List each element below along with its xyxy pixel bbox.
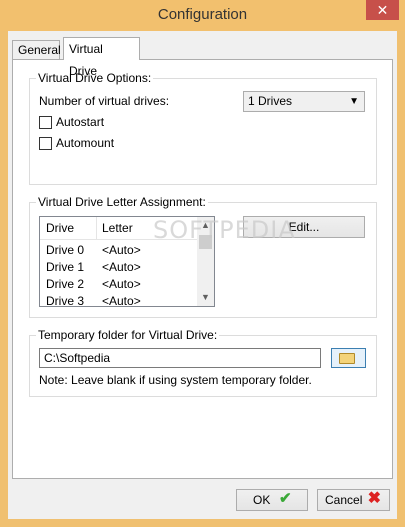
automount-label: Automount [56, 136, 115, 150]
num-drives-label: Number of virtual drives: [39, 94, 170, 108]
softpedia-watermark: SOFTPEDIA [153, 216, 296, 244]
cancel-button[interactable]: Cancel ✖ [317, 489, 390, 511]
virtual-drive-panel: Virtual Drive Options: Number of virtual… [12, 59, 393, 479]
drive-cell: Drive 3 [46, 294, 85, 307]
autostart-checkbox[interactable] [39, 116, 52, 129]
column-drive[interactable]: Drive [46, 221, 74, 235]
num-drives-value: 1 Drives [248, 94, 293, 108]
letter-cell: <Auto> [102, 243, 141, 257]
list-item[interactable]: Drive 2 <Auto> [40, 275, 199, 292]
letter-cell: <Auto> [102, 260, 141, 274]
ok-button[interactable]: OK ✔ [236, 489, 308, 511]
letter-assignment-label: Virtual Drive Letter Assignment: [36, 195, 208, 209]
automount-checkbox[interactable] [39, 137, 52, 150]
cancel-label: Cancel [325, 493, 363, 507]
folder-icon [339, 353, 355, 364]
column-divider [96, 217, 97, 239]
drive-cell: Drive 0 [46, 243, 85, 257]
virtual-drive-options-group: Virtual Drive Options: Number of virtual… [29, 71, 377, 185]
list-item[interactable]: Drive 3 <Auto> [40, 292, 199, 307]
cancel-x-icon: ✖ [367, 490, 381, 507]
close-button[interactable]: ✕ [366, 0, 399, 20]
dialog-client: General Virtual Drive Virtual Drive Opti… [8, 31, 397, 519]
num-drives-select[interactable]: 1 Drives ▼ [243, 91, 365, 112]
drive-cell: Drive 2 [46, 277, 85, 291]
ok-label: OK [253, 493, 271, 507]
temp-folder-label: Temporary folder for Virtual Drive: [36, 328, 220, 342]
browse-folder-button[interactable] [331, 348, 366, 368]
autostart-label: Autostart [56, 115, 105, 129]
temp-folder-note: Note: Leave blank if using system tempor… [39, 373, 312, 387]
list-item[interactable]: Drive 1 <Auto> [40, 258, 199, 275]
letter-cell: <Auto> [102, 277, 141, 291]
tab-general[interactable]: General [12, 40, 61, 59]
temp-folder-group: Temporary folder for Virtual Drive: C:\S… [29, 328, 377, 397]
temp-folder-input[interactable]: C:\Softpedia [39, 348, 321, 368]
letter-cell: <Auto> [102, 294, 141, 307]
scroll-down-icon[interactable]: ▼ [197, 289, 214, 306]
config-window: Configuration ✕ General Virtual Drive Vi… [0, 0, 405, 527]
tab-virtual-drive[interactable]: Virtual Drive [63, 37, 140, 78]
window-title: Configuration [157, 6, 248, 23]
drive-cell: Drive 1 [46, 260, 85, 274]
checkmark-icon: ✔ [279, 490, 292, 507]
title-bar[interactable]: Configuration ✕ [0, 0, 405, 31]
chevron-down-icon: ▼ [349, 96, 359, 107]
close-icon: ✕ [376, 2, 389, 18]
column-letter[interactable]: Letter [102, 221, 133, 235]
